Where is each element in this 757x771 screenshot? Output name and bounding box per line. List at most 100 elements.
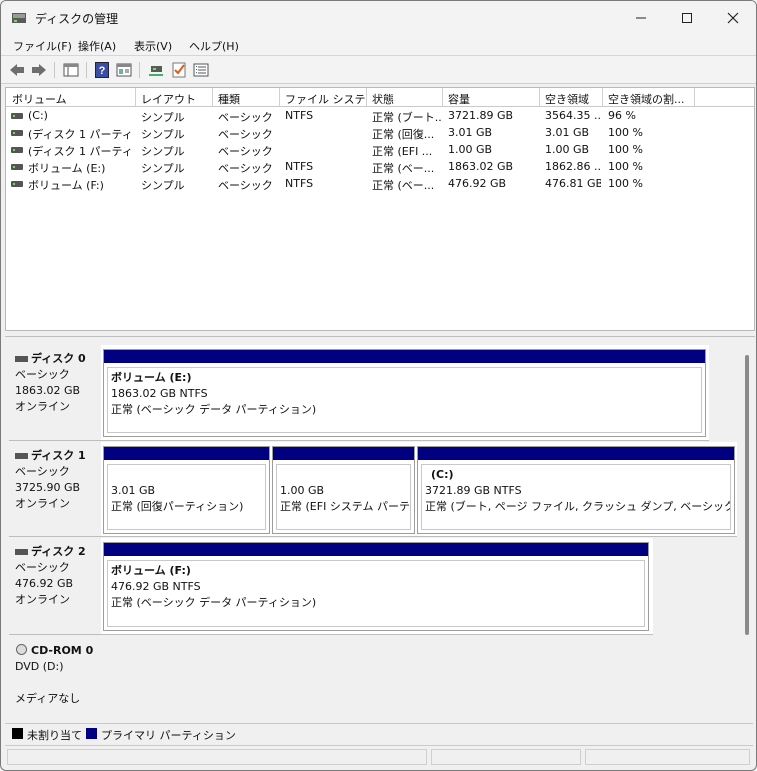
- menu-help[interactable]: ヘルプ(H): [189, 38, 239, 54]
- partition-state: 正常 (ブート, ページ ファイル, クラッシュ ダンプ, ベーシック データ …: [425, 500, 731, 513]
- column-header-filesystem[interactable]: ファイル システム: [285, 91, 365, 107]
- cell-free-space: 476.81 GB: [545, 177, 601, 190]
- partition-name: [111, 467, 262, 483]
- connect-button[interactable]: [147, 61, 165, 79]
- column-header-volume[interactable]: ボリューム: [12, 91, 132, 107]
- column-divider[interactable]: [602, 88, 603, 106]
- vertical-scrollbar[interactable]: [745, 355, 749, 635]
- partition-f[interactable]: ボリューム (F:) 476.92 GB NTFS 正常 (ベーシック データ …: [103, 542, 649, 631]
- close-button[interactable]: [710, 1, 756, 35]
- cell-capacity: 3.01 GB: [448, 126, 493, 139]
- partition-size: 476.92 GB NTFS: [111, 580, 201, 593]
- menu-file[interactable]: ファイル(F): [13, 38, 72, 54]
- menu-bar: ファイル(F) 操作(A) 表示(V) ヘルプ(H): [1, 35, 756, 55]
- title-bar: ディスクの管理: [1, 1, 756, 35]
- volume-icon: [11, 130, 23, 136]
- partition-info: 1.00 GB 正常 (EFI システム パーティション): [276, 464, 411, 530]
- unallocated-swatch: [12, 728, 23, 739]
- partition-efi[interactable]: 1.00 GB 正常 (EFI システム パーティション): [272, 446, 415, 534]
- window-title: ディスクの管理: [35, 12, 119, 26]
- column-divider[interactable]: [279, 88, 280, 106]
- partition-info: ボリューム (F:) 476.92 GB NTFS 正常 (ベーシック データ …: [107, 560, 645, 627]
- cell-volume: (ディスク 1 パーティシ...: [28, 145, 134, 158]
- cell-layout: シンプル: [141, 128, 185, 141]
- partition-size: 3721.89 GB NTFS: [425, 484, 522, 497]
- disk-type: ベーシック: [15, 368, 70, 381]
- disk-size: 476.92 GB: [15, 577, 74, 590]
- partition-state: 正常 (ベーシック データ パーティション): [111, 403, 317, 416]
- disk-name: ディスク 0: [31, 352, 86, 365]
- table-row[interactable]: (ディスク 1 パーティシ... シンプル ベーシック 正常 (回復... 3.01 G…: [6, 125, 754, 142]
- help-icon: ?: [95, 62, 109, 78]
- partition-info: (C:) 3721.89 GB NTFS 正常 (ブート, ページ ファイル, …: [421, 464, 731, 530]
- volume-icon: [11, 164, 23, 170]
- partition-e[interactable]: ボリューム (E:) 1863.02 GB NTFS 正常 (ベーシック データ…: [103, 349, 706, 437]
- help-button[interactable]: ?: [93, 61, 111, 79]
- partition-size: 1.00 GB: [280, 484, 325, 497]
- close-icon: [727, 12, 739, 24]
- partition-name: [280, 467, 407, 483]
- partition-info: 3.01 GB 正常 (回復パーティション): [107, 464, 266, 530]
- check-button[interactable]: [170, 61, 188, 79]
- disk-2-area: ボリューム (F:) 476.92 GB NTFS 正常 (ベーシック データ …: [101, 538, 653, 635]
- partition-info: ボリューム (E:) 1863.02 GB NTFS 正常 (ベーシック データ…: [107, 367, 702, 433]
- cell-status: 正常 (ベー...: [372, 162, 435, 175]
- column-divider[interactable]: [366, 88, 367, 106]
- cell-percent-free: 100 %: [608, 126, 643, 139]
- disk-name: ディスク 2: [31, 545, 86, 558]
- disk-1-label[interactable]: ディスク 1 ベーシック 3725.90 GB オンライン: [9, 442, 105, 537]
- disk-0-label[interactable]: ディスク 0 ベーシック 1863.02 GB オンライン: [9, 345, 105, 441]
- volume-list: ボリューム レイアウト 種類 ファイル システム 状態 容量 空き領域 空き領域…: [5, 87, 755, 331]
- menu-view[interactable]: 表示(V): [134, 38, 172, 54]
- disk-2-label[interactable]: ディスク 2 ベーシック 476.92 GB オンライン: [9, 538, 105, 635]
- column-header-status[interactable]: 状態: [372, 91, 442, 107]
- column-header-layout[interactable]: レイアウト: [141, 91, 211, 107]
- cell-filesystem: NTFS: [285, 109, 314, 122]
- volume-icon: [11, 113, 23, 119]
- cell-capacity: 1.00 GB: [448, 143, 493, 156]
- cell-free-space: 1862.86 ...: [545, 160, 601, 173]
- console-tree-button[interactable]: [62, 61, 80, 79]
- column-divider[interactable]: [212, 88, 213, 106]
- disk-graphical-view: ディスク 0 ベーシック 1863.02 GB オンライン ボリューム (E:)…: [5, 336, 755, 722]
- cell-capacity: 476.92 GB: [448, 177, 507, 190]
- status-segment: [585, 749, 750, 765]
- column-divider[interactable]: [442, 88, 443, 106]
- volume-list-header: ボリューム レイアウト 種類 ファイル システム 状態 容量 空き領域 空き領域…: [6, 88, 754, 107]
- minimize-button[interactable]: [618, 1, 664, 35]
- back-button[interactable]: [8, 61, 26, 79]
- cell-filesystem: NTFS: [285, 177, 314, 190]
- column-header-type[interactable]: 種類: [218, 91, 278, 107]
- column-divider[interactable]: [694, 88, 695, 106]
- partition-recovery[interactable]: 3.01 GB 正常 (回復パーティション): [103, 446, 270, 534]
- menu-action[interactable]: 操作(A): [78, 38, 116, 54]
- forward-button[interactable]: [30, 61, 48, 79]
- table-row[interactable]: ボリューム (F:) シンプル ベーシック NTFS 正常 (ベー... 476.92 G…: [6, 176, 754, 193]
- list-view-button[interactable]: [192, 61, 210, 79]
- cell-layout: シンプル: [141, 111, 185, 124]
- cd-rom-icon: [16, 644, 27, 655]
- disk-icon: [15, 549, 28, 555]
- status-segment: [7, 749, 427, 765]
- status-segment: [431, 749, 581, 765]
- column-divider[interactable]: [539, 88, 540, 106]
- partition-state: 正常 (EFI システム パーティション): [280, 500, 410, 513]
- partition-name: ボリューム (E:): [111, 371, 192, 384]
- table-row[interactable]: (C:) シンプル ベーシック NTFS 正常 (ブート... 3721.89 GB 356…: [6, 108, 754, 125]
- column-divider[interactable]: [135, 88, 136, 106]
- column-header-free-space[interactable]: 空き領域: [545, 91, 600, 107]
- partition-name: (C:): [431, 468, 454, 481]
- cdrom-0-label[interactable]: CD-ROM 0 DVD (D:) メディアなし: [9, 637, 105, 722]
- partition-c[interactable]: (C:) 3721.89 GB NTFS 正常 (ブート, ページ ファイル, …: [417, 446, 735, 534]
- cell-capacity: 3721.89 GB: [448, 109, 514, 122]
- table-row[interactable]: ボリューム (E:) シンプル ベーシック NTFS 正常 (ベー... 1863.02 …: [6, 159, 754, 176]
- cell-status: 正常 (EFI ...: [372, 145, 433, 158]
- cell-type: ベーシック: [218, 145, 273, 158]
- list-view-icon: [193, 63, 209, 77]
- maximize-button[interactable]: [664, 1, 710, 35]
- cell-percent-free: 100 %: [608, 160, 643, 173]
- table-row[interactable]: (ディスク 1 パーティシ... シンプル ベーシック 正常 (EFI ... 1.00…: [6, 142, 754, 159]
- column-header-percent-free[interactable]: 空き領域の割...: [608, 91, 694, 107]
- column-header-capacity[interactable]: 容量: [448, 91, 538, 107]
- properties-button[interactable]: [115, 61, 133, 79]
